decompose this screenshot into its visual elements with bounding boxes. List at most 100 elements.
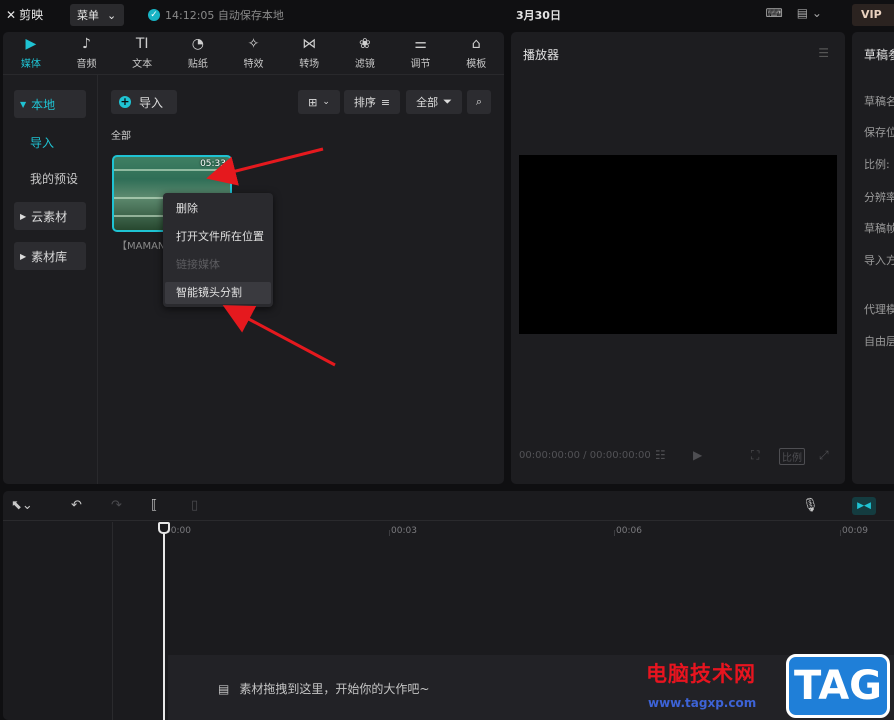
thumbnail-detail [114,169,230,171]
context-open-file-location[interactable]: 打开文件所在位置 [165,226,271,248]
context-menu: 删除 打开文件所在位置 链接媒体 智能镜头分割 [163,193,273,307]
fullscreen-icon[interactable]: ⤢ [819,448,829,463]
clip-duration: 05:33 [200,159,226,169]
keyboard-icon[interactable]: ⌨ [765,6,782,20]
nav-local[interactable]: ▼ 本地 [14,90,86,118]
delete-icon[interactable]: ▯ [191,498,198,513]
playhead-handle[interactable] [158,522,170,534]
chevron-down-icon: ⌄ [107,8,117,22]
tab-label: 文本 [132,59,153,70]
menu-label: 菜单 [77,9,99,22]
logo-icon: ✕ [6,7,17,22]
microphone-icon[interactable]: 🎙 [802,498,819,513]
playhead[interactable] [163,522,165,720]
check-circle-icon: ✓ [148,9,160,21]
menu-icon[interactable]: ☰ [818,46,829,60]
tab-label: 音频 [76,59,97,70]
autosave-status: ✓ 14:12:05 自动保存本地 [148,7,284,23]
funnel-icon: ⏷ [443,95,452,108]
ruler-label: 00:03 [391,526,417,536]
view-mode-button[interactable]: ⊞ ⌄ [298,90,340,114]
film-icon: ▤ [218,681,230,696]
tab-effects[interactable]: ✧ 特效 [226,32,282,74]
project-title: 3月30日 [516,9,561,22]
template-icon: ⌂ [471,36,481,52]
tab-label: 贴纸 [187,59,208,70]
top-right-icons: ⌨ ▤ ⌄ [765,6,822,20]
context-smart-shot-split[interactable]: 智能镜头分割 [165,282,271,304]
import-label: 导入 [139,95,164,110]
tab-filter[interactable]: ❀ 滤镜 [337,32,393,74]
filter-icon: ❀ [359,36,371,52]
nav-my-presets[interactable]: 我的预设 [30,170,78,187]
sort-button[interactable]: 排序 ≡ [344,90,400,114]
import-button[interactable]: + 导入 [111,90,177,114]
logo-text: 剪映 [19,8,44,22]
draft-row: 草稿帧 [864,222,894,235]
draft-row: 代理模 [864,303,894,316]
section-label: 全部 [111,131,131,142]
media-side-nav: ▼ 本地 导入 我的预设 ▶ 云素材 ▶ 素材库 [3,75,98,484]
ruler-tick [389,530,390,536]
adjust-icon: ⚌ [414,36,427,52]
ratio-button[interactable]: 比例 [779,448,805,465]
nav-label: 本地 [31,97,56,112]
media-icon: ▶ [25,36,37,52]
redo-icon[interactable]: ↷ [111,498,122,513]
tab-label: 滤镜 [354,59,375,70]
link-icon[interactable]: ▶◀ [852,497,876,515]
transition-icon: ⋈ [302,36,317,52]
app-logo: ✕ 剪映 [6,6,43,23]
top-bar: ✕ 剪映 菜单 ⌄ ✓ 14:12:05 自动保存本地 3月30日 ⌨ ▤ ⌄ … [0,0,894,30]
filter-button[interactable]: 全部 ⏷ [406,90,462,114]
draft-row: 分辨率 [864,191,894,204]
player-preview [519,155,837,334]
chevron-down-icon: ⌄ [322,97,330,107]
tab-text[interactable]: TI 文本 [114,32,170,74]
grid-icon: ⊞ [308,95,318,109]
caret-right-icon: ▶ [20,251,27,261]
tab-label: 特效 [243,59,264,70]
search-icon: ⌕ [475,95,483,108]
watermark-url: www.tagxp.com [648,696,757,710]
caret-down-icon: ▼ [20,99,27,109]
ruler-tick [840,530,841,536]
main-menu-button[interactable]: 菜单 ⌄ [70,4,124,26]
filter-label: 全部 [416,96,439,109]
vip-badge[interactable]: VIP [852,4,894,26]
tab-media[interactable]: ▶ 媒体 [3,32,59,74]
tab-sticker[interactable]: ◔ 贴纸 [170,32,226,74]
watermark: 电脑技术网 www.tagxp.com TAG [640,652,894,720]
sort-icon: ≡ [380,95,391,109]
context-delete[interactable]: 删除 [165,198,271,220]
nav-label: 云素材 [31,209,68,224]
tab-adjust[interactable]: ⚌ 调节 [393,32,449,74]
draft-row: 草稿名 [864,95,894,108]
tab-label: 模板 [466,59,487,70]
play-icon[interactable]: ▶ [693,448,702,462]
undo-icon[interactable]: ↶ [71,498,82,513]
autosave-text: 14:12:05 自动保存本地 [165,9,284,22]
tab-label: 媒体 [20,59,41,70]
layout-icon[interactable]: ▤ ⌄ [797,6,822,20]
ruler-label: 00:06 [616,526,642,536]
nav-library[interactable]: ▶ 素材库 [14,242,86,270]
player-title: 播放器 [523,48,560,62]
nav-import[interactable]: 导入 [30,134,54,151]
tab-transition[interactable]: ⋈ 转场 [281,32,337,74]
sort-label: 排序 [353,96,376,109]
tab-template[interactable]: ⌂ 模板 [448,32,504,74]
text-icon: TI [135,36,149,52]
context-link-media[interactable]: 链接媒体 [165,254,271,276]
watermark-tag-logo: TAG [786,654,890,718]
tab-audio[interactable]: ♪ 音频 [59,32,115,74]
tab-label: 调节 [410,59,431,70]
nav-cloud[interactable]: ▶ 云素材 [14,202,86,230]
screenshot-icon[interactable]: ⛶ [751,448,759,463]
timeline-toolbar: ⬉⌄ ↶ ↷ ⟦ ▯ 🎙 ▶◀ [3,491,894,521]
player-timecode: 00:00:00:00 / 00:00:00:00 [519,450,651,461]
split-icon[interactable]: ⟦ [151,498,157,513]
timeline-grid-icon[interactable]: ☷ [655,448,666,462]
select-cursor-icon[interactable]: ⬉⌄ [11,498,33,513]
search-button[interactable]: ⌕ [467,90,491,114]
